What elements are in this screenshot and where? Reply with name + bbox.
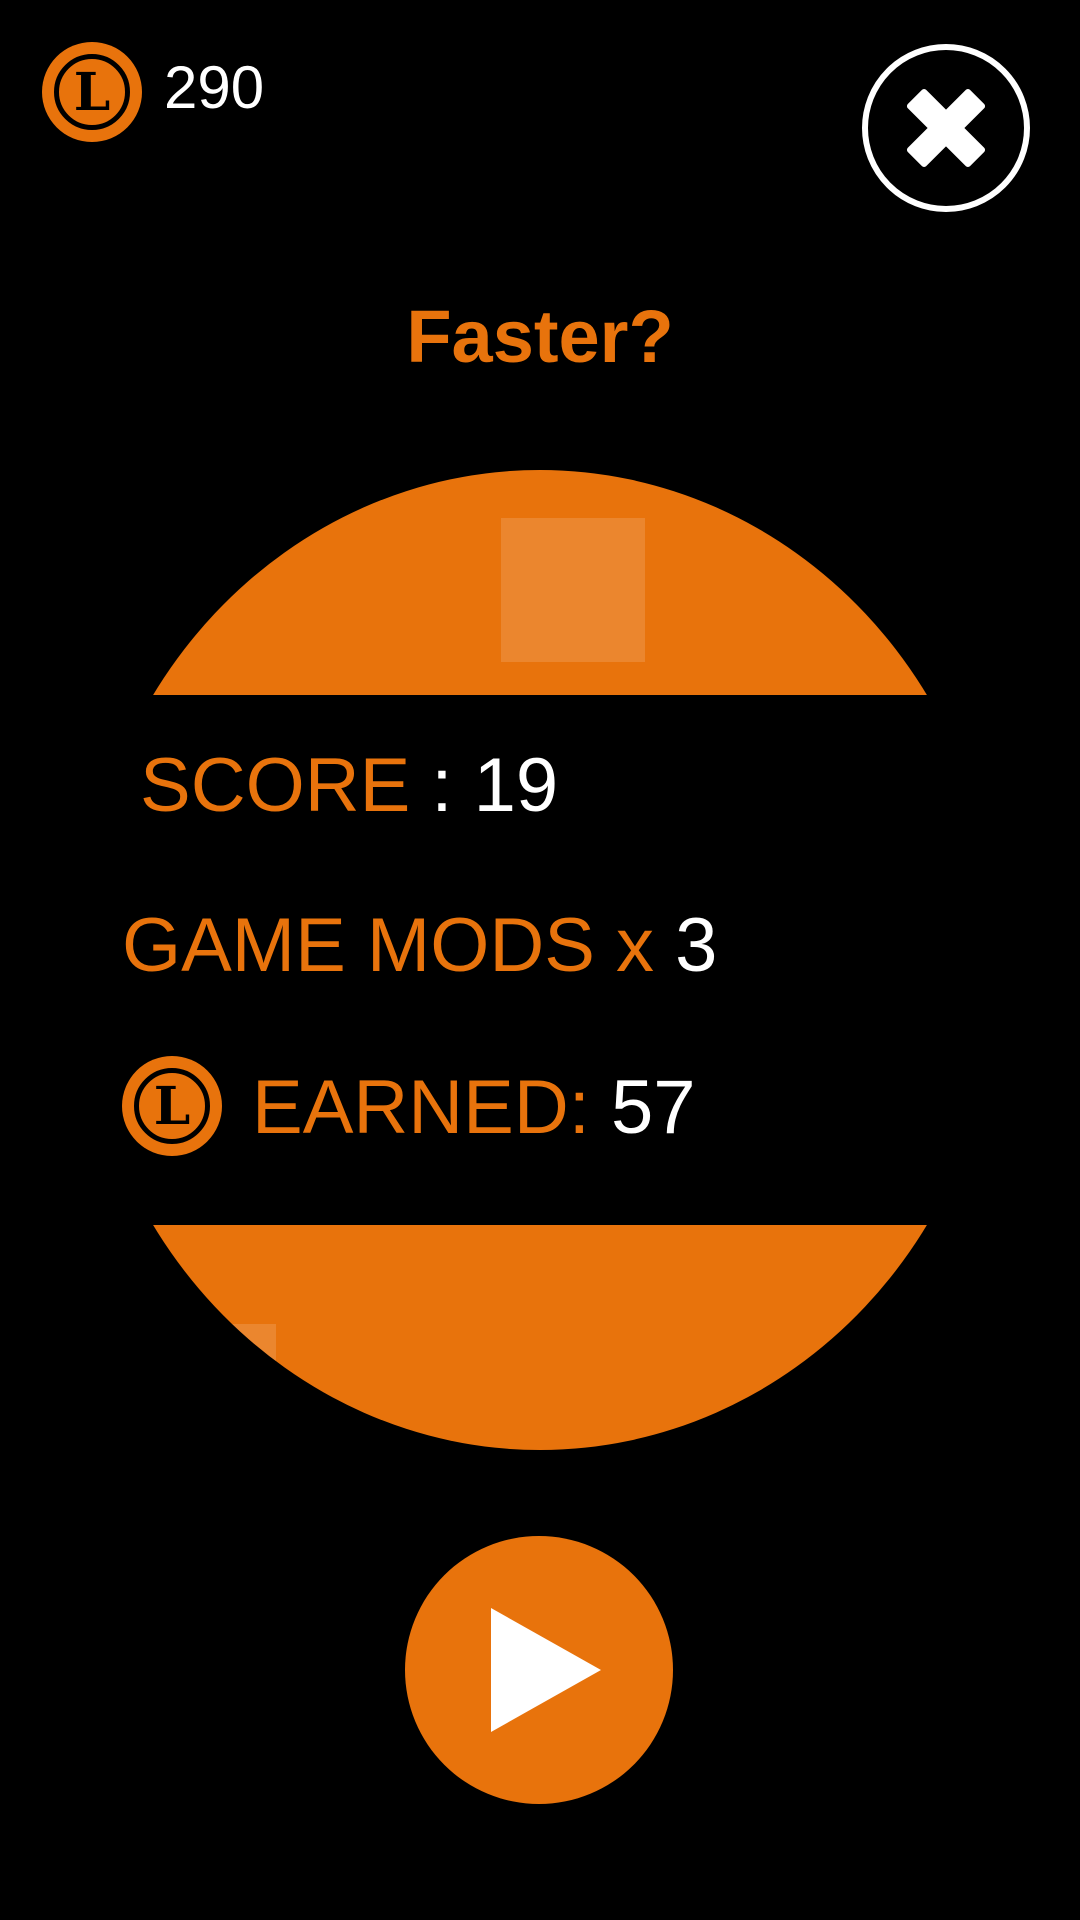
close-button[interactable] bbox=[862, 44, 1030, 212]
game-mods-value: 3 bbox=[675, 903, 718, 988]
coin-icon: L bbox=[122, 1056, 222, 1156]
score-value: 19 bbox=[473, 743, 559, 828]
game-mods-row: GAME MODS x 3 bbox=[122, 908, 717, 984]
score-row: SCORE : 19 bbox=[140, 748, 558, 824]
coin-balance: 290 bbox=[164, 54, 265, 121]
coin-icon: L bbox=[42, 42, 142, 142]
coin-letter: L bbox=[73, 62, 111, 123]
play-button[interactable] bbox=[405, 1536, 673, 1804]
page-title: Faster? bbox=[406, 295, 674, 378]
close-icon bbox=[906, 88, 986, 168]
score-label: SCORE bbox=[140, 743, 411, 828]
earned-row: EARNED: 57 bbox=[252, 1070, 696, 1146]
earned-value: 57 bbox=[610, 1065, 696, 1150]
score-separator: : bbox=[410, 743, 474, 828]
earned-label: EARNED: bbox=[252, 1065, 611, 1150]
play-icon bbox=[491, 1608, 601, 1732]
bottom-orange-band bbox=[80, 1225, 1000, 1450]
game-mods-label: GAME MODS x bbox=[122, 903, 676, 988]
decorative-square bbox=[140, 1324, 276, 1450]
decorative-square bbox=[501, 518, 645, 662]
coin-letter: L bbox=[153, 1076, 191, 1137]
